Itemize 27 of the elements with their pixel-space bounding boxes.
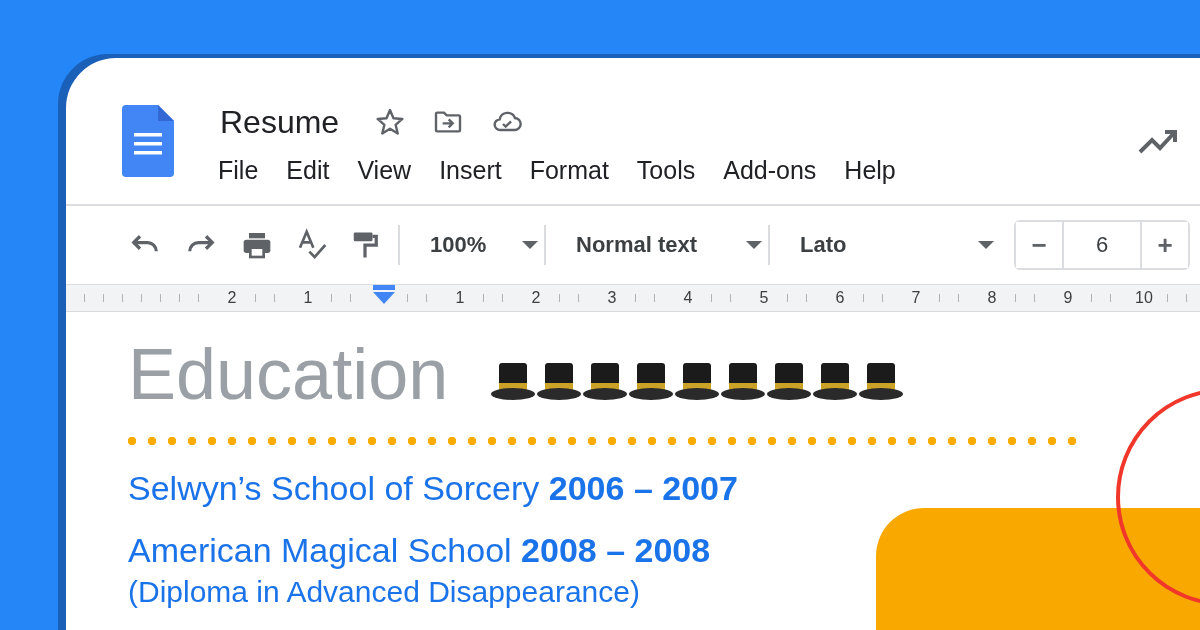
top-hat-icon [536,361,583,401]
indent-marker[interactable] [373,285,395,305]
menu-item[interactable]: Help [844,156,896,185]
document-icon[interactable] [122,105,174,177]
menu-item[interactable]: Tools [636,156,696,185]
spellcheck-icon[interactable] [296,228,328,262]
diploma-note: (Diploma in Advanced Disappearance) [128,574,641,610]
section-heading: Education [128,334,449,414]
top-hat-icon [720,361,767,401]
top-hat-icon [490,361,537,401]
trending-up-icon[interactable] [1138,128,1178,154]
menu-item[interactable]: Format [529,156,609,185]
top-hat-icon [628,361,675,401]
menu-item[interactable]: View [357,156,412,185]
menu-item[interactable]: Edit [286,156,330,185]
top-hat-icon [858,361,905,401]
school-entry: Selwyn’s School of Sorcery 2006 – 2007 [128,468,739,509]
top-hat-icon [766,361,813,401]
font-dropdown[interactable]: Lato [784,225,1004,265]
top-hat-icon [812,361,859,401]
top-hat-icon [582,361,629,401]
menu-item[interactable]: Insert [439,156,502,185]
top-hat-icon [674,361,721,401]
menu-item[interactable]: File [218,156,259,185]
document-title[interactable]: Resume [220,103,340,141]
school-entry: American Magical School 2008 – 2008 [128,530,712,571]
menu-item[interactable]: Add-ons [723,156,817,185]
